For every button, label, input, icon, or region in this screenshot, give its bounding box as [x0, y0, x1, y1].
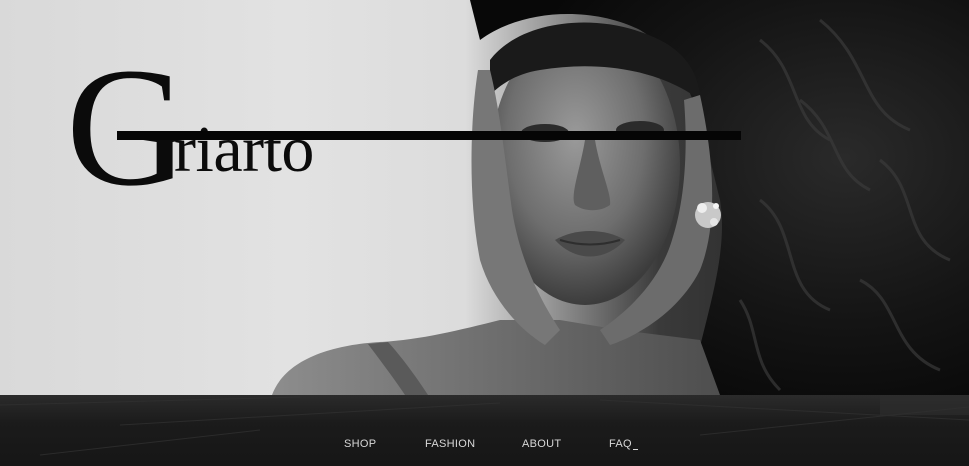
- nav-bar: SHOP FASHION ABOUT FAQ: [0, 395, 969, 466]
- logo-strike-line: [117, 131, 741, 140]
- nav-item-fashion[interactable]: FASHION: [425, 438, 475, 450]
- nav-item-faq-label: FAQ: [609, 438, 632, 450]
- main-nav: SHOP FASHION ABOUT FAQ: [0, 438, 969, 458]
- nav-item-shop[interactable]: SHOP: [344, 438, 376, 450]
- page: G riarto SHOP FASHION ABOUT FAQ: [0, 0, 969, 466]
- logo-text: riarto: [174, 113, 314, 186]
- logo-initial: G: [66, 33, 189, 221]
- nav-item-about[interactable]: ABOUT: [522, 438, 561, 450]
- hero-banner: G riarto: [0, 0, 969, 395]
- nav-item-faq[interactable]: FAQ: [609, 438, 638, 450]
- ring-icon: [695, 202, 721, 228]
- faq-underline: [632, 449, 638, 450]
